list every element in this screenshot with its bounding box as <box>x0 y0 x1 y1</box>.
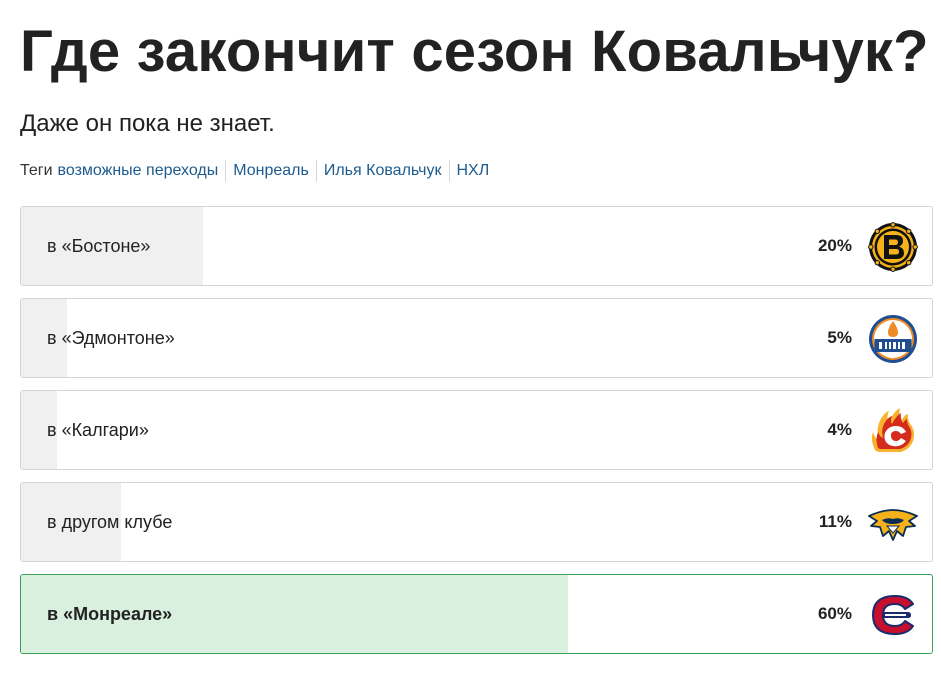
montreal-canadiens-logo-icon <box>868 590 918 640</box>
nashville-predators-logo-icon <box>868 498 918 548</box>
page-title: Где закончит сезон Ковальчук? <box>20 19 929 84</box>
boston-bruins-logo-icon <box>868 222 918 272</box>
option-label: в «Монреале» <box>47 603 173 624</box>
option-label: в «Калгари» <box>47 419 149 440</box>
poll-option-calgary[interactable]: в «Калгари» 4% <box>20 390 933 470</box>
edmonton-oilers-logo-icon <box>868 314 918 364</box>
option-label: в «Эдмонтоне» <box>47 327 175 348</box>
option-percent: 4% <box>827 420 852 439</box>
option-label: в другом клубе <box>47 511 173 532</box>
calgary-flames-logo-icon <box>868 406 918 456</box>
poll-option-montreal[interactable]: в «Монреале» 60% <box>20 574 933 654</box>
option-percent: 60% <box>817 604 852 623</box>
poll-options: в «Бостоне» 20% в «Эдмонтоне» 5% в «Калг… <box>20 206 933 666</box>
option-percent: 5% <box>827 328 852 347</box>
tag-link-nhl[interactable]: НХЛ <box>448 160 497 182</box>
tag-link-ilya-kovalchuk[interactable]: Илья Ковальчук <box>315 160 449 182</box>
poll-option-boston[interactable]: в «Бостоне» 20% <box>20 206 933 286</box>
page-subtitle: Даже он пока не знает. <box>20 110 275 137</box>
tag-link-montreal[interactable]: Монреаль <box>225 160 316 182</box>
tags-label: Теги <box>20 162 53 179</box>
tags-row: Теги возможные переходы Монреаль Илья Ко… <box>20 160 496 182</box>
tag-link-possible-transfers[interactable]: возможные переходы <box>58 160 226 182</box>
option-label: в «Бостоне» <box>47 235 151 256</box>
option-percent: 11% <box>818 512 852 531</box>
poll-option-edmonton[interactable]: в «Эдмонтоне» 5% <box>20 298 933 378</box>
option-percent: 20% <box>817 236 852 255</box>
poll-option-other-club[interactable]: в другом клубе 11% <box>20 482 933 562</box>
